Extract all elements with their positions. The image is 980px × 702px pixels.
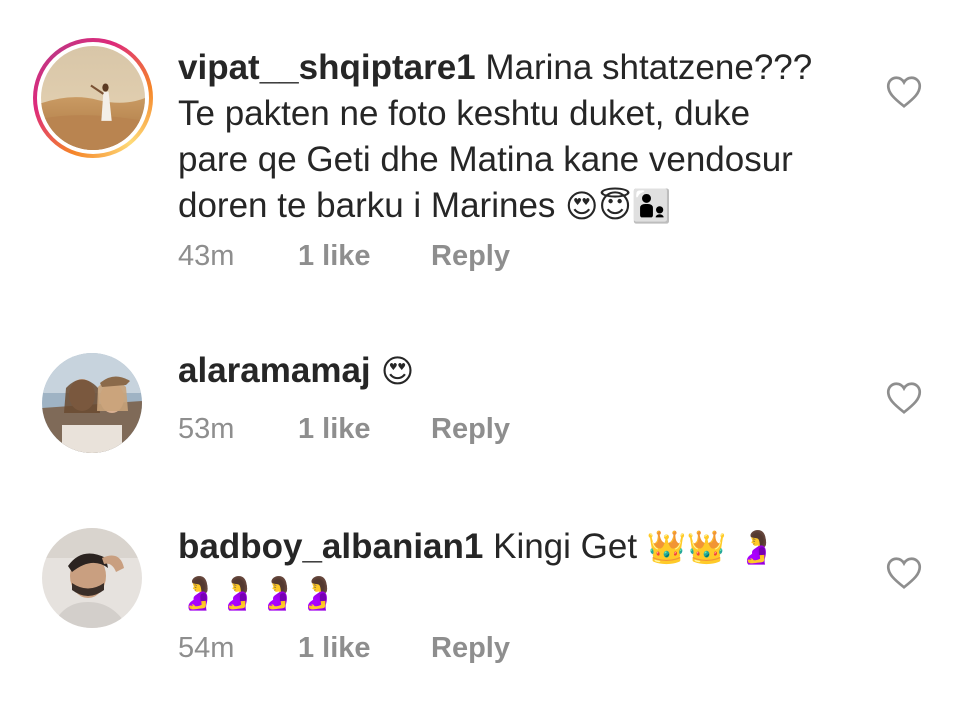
selfie-photo-avatar-icon (42, 353, 142, 453)
comment-emoji: 👑👑 🤰 (646, 528, 777, 566)
comment-username[interactable]: badboy_albanian1 (178, 527, 483, 566)
comment-meta: 54m 1 like Reply (178, 632, 510, 665)
comment-text: vipat__shqiptare1 Marina shtatzene??? Te… (178, 45, 868, 229)
like-heart-icon[interactable] (886, 381, 922, 415)
comment-body-line: pare qe Geti dhe Matina kane vendosur (178, 140, 793, 179)
comment-emoji: 😍😇👨‍👦 (565, 187, 672, 225)
comment-time: 43m (178, 240, 235, 272)
story-ring[interactable] (33, 38, 153, 158)
avatar (41, 46, 145, 150)
desert-photo-avatar-icon (41, 46, 145, 150)
reply-button[interactable]: Reply (431, 240, 510, 273)
comment-time: 53m (178, 413, 235, 445)
comment-meta: 53m 1 like Reply (178, 413, 510, 446)
comment-username[interactable]: vipat__shqiptare1 (178, 48, 476, 87)
reply-button[interactable]: Reply (431, 632, 510, 665)
comment-username[interactable]: alaramamaj (178, 351, 371, 390)
avatar[interactable] (42, 353, 142, 453)
comment-body: Kingi Get (483, 527, 647, 566)
comment-body-line: doren te barku i Marines (178, 186, 566, 225)
comment-likes[interactable]: 1 like (298, 413, 431, 446)
comment-meta: 43m 1 like Reply (178, 240, 510, 273)
like-heart-icon[interactable] (886, 556, 922, 590)
comment-likes[interactable]: 1 like (298, 240, 431, 273)
comment-1: vipat__shqiptare1 Marina shtatzene??? Te… (0, 0, 980, 300)
comment-time: 54m (178, 632, 235, 664)
comment-text: alaramamaj 😍 (178, 348, 868, 394)
like-heart-icon[interactable] (886, 75, 922, 109)
comment-emoji: 🤰🤰🤰🤰 (178, 574, 338, 612)
comment-emoji: 😍 (370, 352, 415, 390)
comment-text: badboy_albanian1 Kingi Get 👑👑 🤰 🤰🤰🤰🤰 (178, 524, 868, 616)
comment-body: Marina shtatzene??? (475, 48, 813, 87)
comment-3: badboy_albanian1 Kingi Get 👑👑 🤰 🤰🤰🤰🤰 54m… (0, 480, 980, 702)
reply-button[interactable]: Reply (431, 413, 510, 446)
comment-2: alaramamaj 😍 53m 1 like Reply (0, 300, 980, 480)
man-photo-avatar-icon (42, 528, 142, 628)
comment-body-line: Te pakten ne foto keshtu duket, duke (178, 94, 751, 133)
comment-likes[interactable]: 1 like (298, 632, 431, 665)
avatar[interactable] (42, 528, 142, 628)
